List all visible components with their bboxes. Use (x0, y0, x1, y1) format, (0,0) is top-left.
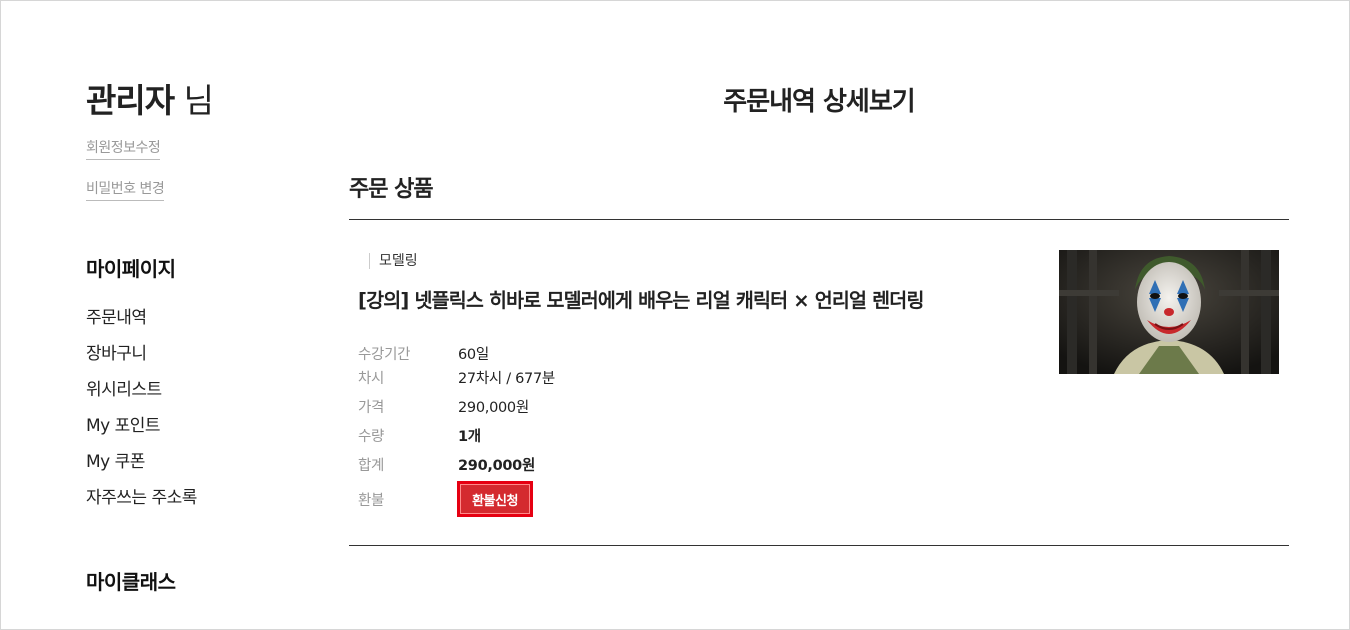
detail-value: 290,000원 (458, 458, 535, 474)
user-name: 관리자 (86, 81, 175, 120)
sidebar-item-addresses[interactable]: 자주쓰는 주소록 (86, 480, 306, 516)
detail-label: 합계 (358, 458, 385, 474)
sidebar-item-points[interactable]: My 포인트 (86, 408, 306, 444)
myclass-heading: 마이클래스 (86, 570, 176, 594)
detail-label: 가격 (358, 400, 385, 416)
product-thumbnail[interactable] (1059, 250, 1279, 374)
detail-value: 1개 (458, 429, 481, 445)
detail-label: 수강기간 (358, 347, 411, 363)
page-frame: 관리자 님 회원정보수정 비밀번호 변경 마이페이지 주문내역 장바구니 위시리… (0, 0, 1350, 630)
section-divider-bottom (349, 545, 1289, 546)
detail-value: 290,000원 (458, 400, 529, 416)
detail-label: 환불 (358, 493, 385, 509)
page-title: 주문내역 상세보기 (723, 87, 915, 117)
detail-label: 차시 (358, 371, 385, 387)
edit-profile-link[interactable]: 회원정보수정 (86, 137, 161, 160)
sidebar-item-cart[interactable]: 장바구니 (86, 336, 306, 372)
refund-request-button[interactable]: 환불신청 (457, 481, 533, 517)
user-honorific: 님 (174, 81, 214, 120)
change-password-link[interactable]: 비밀번호 변경 (86, 178, 165, 201)
section-title: 주문 상품 (349, 177, 434, 202)
section-divider-top (349, 219, 1289, 220)
sidebar: 관리자 님 회원정보수정 비밀번호 변경 마이페이지 주문내역 장바구니 위시리… (86, 79, 306, 595)
mypage-heading: 마이페이지 (86, 257, 176, 281)
sidebar-item-orders[interactable]: 주문내역 (86, 300, 306, 336)
detail-value: 60일 (458, 347, 489, 363)
sidebar-item-coupons[interactable]: My 쿠폰 (86, 444, 306, 480)
detail-label: 수량 (358, 429, 385, 445)
product-title[interactable]: [강의] 넷플릭스 히바로 모델러에게 배우는 리얼 캐릭터 × 언리얼 렌더링 (358, 284, 1038, 313)
product-category: 모델링 (369, 253, 418, 269)
user-greeting: 관리자 님 (86, 79, 306, 123)
joker-thumbnail-icon (1059, 250, 1279, 374)
sidebar-item-wishlist[interactable]: 위시리스트 (86, 372, 306, 408)
detail-value: 27차시 / 677분 (458, 371, 555, 387)
mypage-menu: 주문내역 장바구니 위시리스트 My 포인트 My 쿠폰 자주쓰는 주소록 (86, 300, 306, 516)
